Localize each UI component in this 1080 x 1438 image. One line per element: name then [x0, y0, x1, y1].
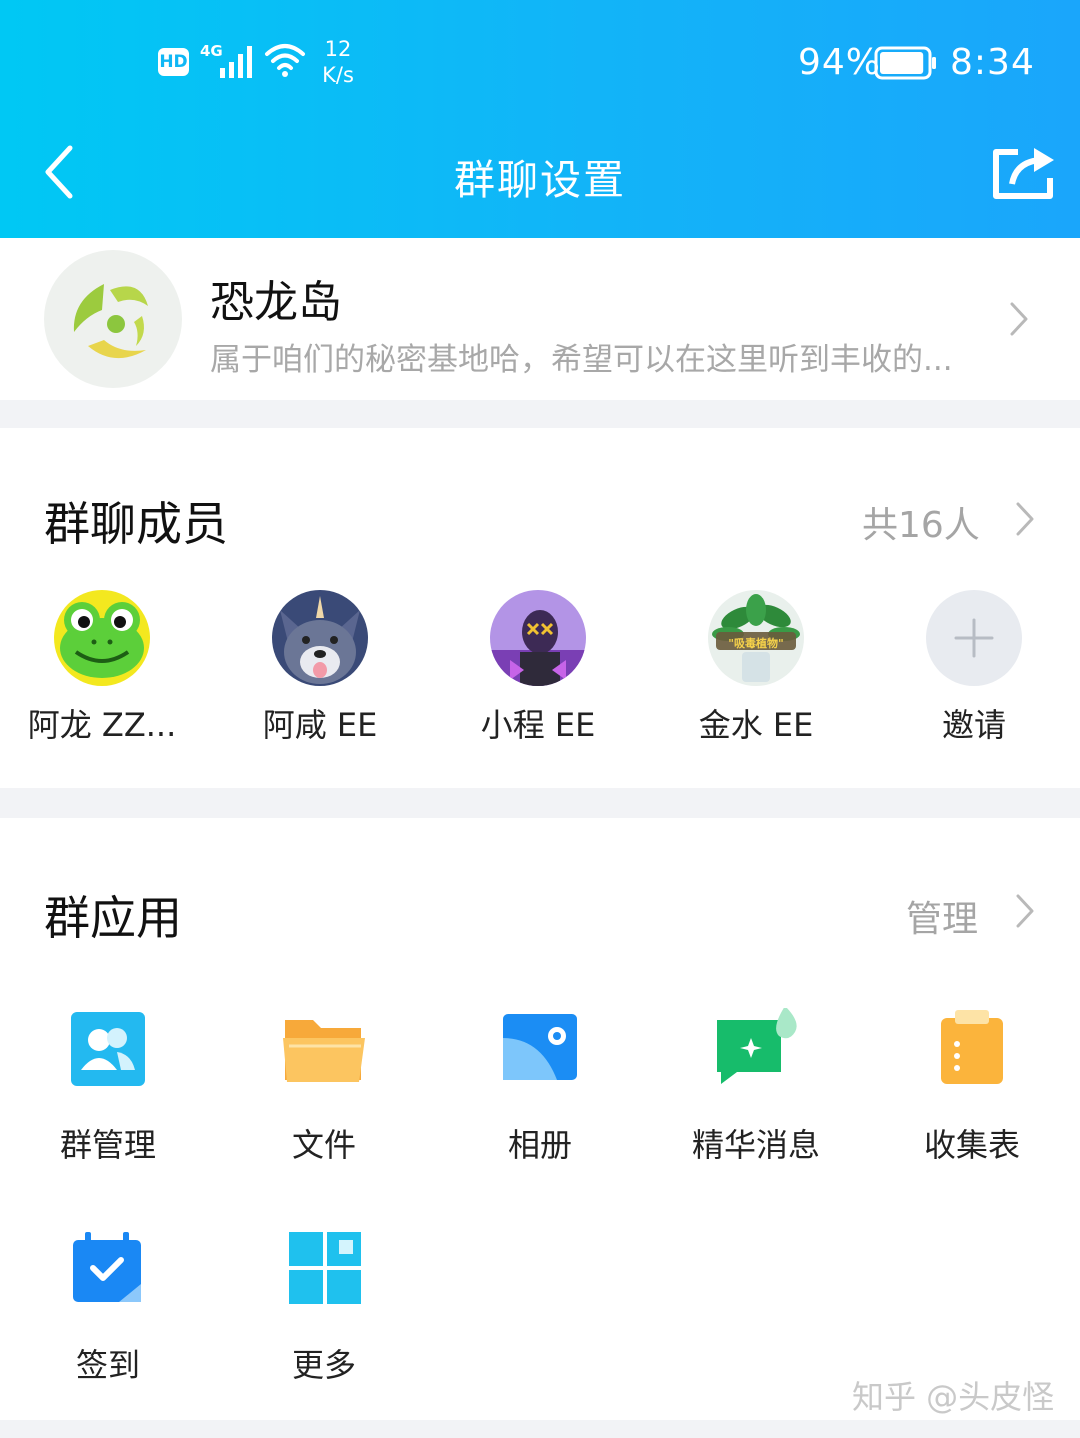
group-avatar: [44, 250, 182, 388]
app-more[interactable]: 更多: [224, 1228, 424, 1386]
folder-icon: [279, 1008, 369, 1098]
member-name: 阿咸 EE: [262, 706, 378, 744]
grid-more-icon: [279, 1228, 369, 1318]
members-section: 群聊成员 共16人 阿龙 ZZ... 阿咸 EE 小程 EE "吸毒植物" 金水…: [0, 428, 1080, 788]
hd-badge: HD: [158, 48, 189, 76]
app-label: 精华消息: [691, 1126, 820, 1164]
member-item[interactable]: "吸毒植物" 金水 EE: [656, 590, 856, 746]
chevron-right-icon[interactable]: [1014, 500, 1036, 538]
speed-value: 12: [324, 37, 352, 61]
apps-title: 群应用: [44, 891, 182, 945]
group-info-card[interactable]: 恐龙岛 属于咱们的秘密基地哈，希望可以在这里听到丰收的...: [0, 238, 1080, 400]
plus-icon: [954, 618, 994, 658]
app-files[interactable]: 文件: [224, 1008, 424, 1166]
member-avatar: [54, 590, 150, 686]
member-name: 阿龙 ZZ...: [27, 706, 177, 744]
wolf-avatar-icon: [272, 590, 368, 686]
app-label: 文件: [291, 1126, 356, 1164]
invite-label: 邀请: [941, 706, 1006, 744]
members-title: 群聊成员: [44, 497, 228, 551]
chevron-right-icon[interactable]: [1014, 892, 1036, 930]
manage-link[interactable]: 管理: [906, 890, 978, 942]
app-essence-messages[interactable]: 精华消息: [656, 1006, 856, 1166]
battery-icon: [874, 46, 936, 80]
member-name: 金水 EE: [698, 706, 814, 744]
network-speed: 12 K/s: [318, 36, 358, 88]
app-label: 更多: [291, 1346, 356, 1384]
clipboard-icon: [927, 1008, 1017, 1098]
signal-icon: [220, 46, 252, 78]
app-album[interactable]: 相册: [440, 1008, 640, 1166]
group-logo-icon: [73, 284, 148, 359]
app-check-in[interactable]: 签到: [8, 1228, 208, 1386]
app-collection-form[interactable]: 收集表: [872, 1008, 1072, 1166]
add-member-circle: [926, 590, 1022, 686]
character-avatar-icon: [490, 590, 586, 686]
group-description: 属于咱们的秘密基地哈，希望可以在这里听到丰收的...: [210, 342, 953, 378]
album-icon: [495, 1008, 585, 1098]
app-label: 相册: [507, 1126, 572, 1164]
battery-percent: 94%: [798, 42, 882, 83]
speed-unit: K/s: [322, 63, 354, 87]
clock: 8:34: [950, 42, 1035, 83]
avatar-caption: "吸毒植物": [728, 637, 784, 650]
page-title: 群聊设置: [454, 156, 626, 204]
invite-button[interactable]: 邀请: [874, 590, 1074, 746]
app-label: 群管理: [59, 1126, 156, 1164]
app-label: 签到: [75, 1346, 140, 1384]
share-button[interactable]: [988, 142, 1060, 202]
member-item[interactable]: 小程 EE: [438, 590, 638, 746]
member-avatar: [272, 590, 368, 686]
member-item[interactable]: 阿龙 ZZ...: [2, 590, 202, 746]
member-item[interactable]: 阿咸 EE: [220, 590, 420, 746]
group-apps-section: 群应用 管理 群管理 文件 相册 精华消息 收集表 签到 更多: [0, 818, 1080, 1420]
watermark: 知乎 @头皮怪: [852, 1378, 1055, 1416]
calendar-check-icon: [63, 1228, 153, 1318]
group-manage-icon: [63, 1008, 153, 1098]
app-label: 收集表: [923, 1126, 1020, 1164]
chevron-right-icon: [1010, 302, 1028, 336]
member-avatar: "吸毒植物": [708, 590, 804, 686]
member-avatar: [490, 590, 586, 686]
essence-message-icon: [711, 1006, 801, 1098]
frog-avatar-icon: [54, 590, 150, 686]
wifi-icon: [265, 44, 305, 77]
member-count-link[interactable]: 共16人: [862, 496, 980, 548]
title-bar: HD 4G 12 K/s 94% 8:34 群聊设置: [0, 0, 1080, 238]
app-group-manage[interactable]: 群管理: [8, 1008, 208, 1166]
group-name: 恐龙岛: [210, 277, 342, 328]
member-name: 小程 EE: [480, 706, 596, 744]
